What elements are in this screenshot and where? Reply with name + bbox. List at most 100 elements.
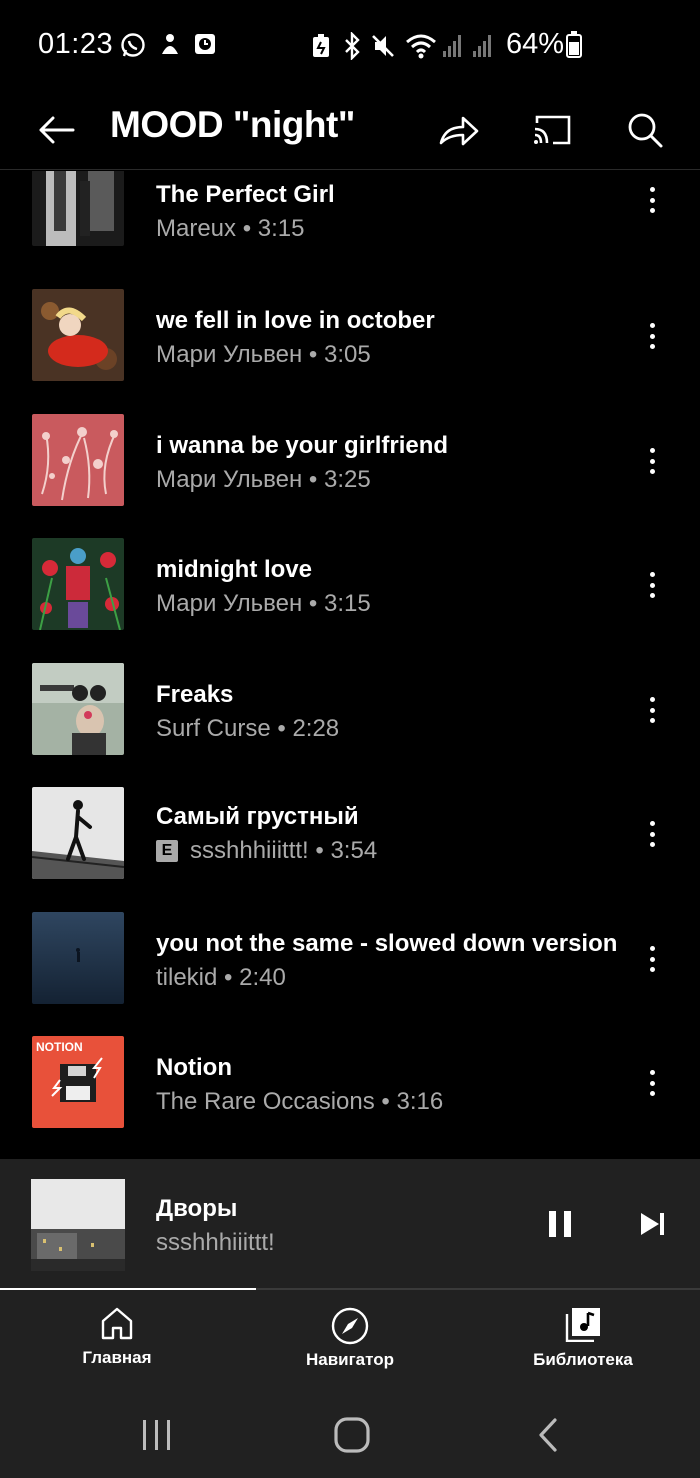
track-title: Freaks: [156, 681, 234, 708]
battery-fill: [569, 42, 579, 55]
cast-button[interactable]: [524, 102, 580, 158]
home-button[interactable]: [322, 1410, 382, 1460]
cast-icon: [534, 115, 571, 145]
album-art: [32, 171, 124, 246]
notification-icon: [162, 34, 178, 54]
mini-player[interactable]: Дворы ssshhhiiittt!: [0, 1159, 700, 1289]
track-subtitle-row: E ssshhhiiittt! • 3:54: [156, 837, 377, 865]
home-circle-icon: [334, 1417, 370, 1453]
track-subtitle: tilekid • 2:40: [156, 964, 286, 991]
track-subtitle: Surf Curse • 2:28: [156, 715, 340, 742]
recents-button[interactable]: [127, 1410, 187, 1460]
album-art: [32, 289, 124, 381]
track-row[interactable]: i wanna be your girlfriend Мари Ульвен •…: [0, 414, 700, 538]
now-playing-title: Дворы: [156, 1195, 238, 1222]
track-row[interactable]: we fell in love in october Мари Ульвен •…: [0, 289, 700, 413]
nav-label: Навигатор: [305, 1350, 395, 1369]
album-art: [32, 912, 124, 1004]
whatsapp-icon: [121, 33, 145, 57]
track-row[interactable]: Freaks Surf Curse • 2:28: [0, 663, 700, 787]
track-subtitle: ssshhhiiittt! • 3:54: [190, 837, 378, 864]
bluetooth-icon: [345, 32, 360, 60]
mute-icon: [372, 35, 394, 57]
status-bar: 01:23 64%: [0, 0, 700, 90]
more-options-button[interactable]: [632, 311, 672, 361]
album-art: [32, 414, 124, 506]
skip-next-icon: [641, 1213, 664, 1235]
track-row[interactable]: Самый грустный E ssshhhiiittt! • 3:54: [0, 787, 700, 911]
bottom-navigation: Главная Навигатор Библиотека: [0, 1290, 700, 1390]
album-art: [32, 538, 124, 630]
nav-label: Главная: [82, 1348, 152, 1367]
next-button[interactable]: [628, 1199, 678, 1249]
album-art: [32, 663, 124, 755]
back-system-button[interactable]: [518, 1410, 578, 1460]
status-time: 01:23: [38, 28, 114, 60]
track-list[interactable]: The Perfect Girl Mareux • 3:15 we fell i…: [0, 171, 700, 1159]
more-options-button[interactable]: [632, 685, 672, 735]
search-button[interactable]: [617, 102, 673, 158]
explicit-badge: E: [156, 840, 178, 862]
more-options-button[interactable]: [632, 560, 672, 610]
signal-icon: [473, 35, 491, 57]
nav-item-home[interactable]: Главная: [17, 1306, 217, 1386]
back-chevron-icon: [539, 1418, 557, 1452]
more-vert-icon: [649, 572, 655, 598]
track-subtitle: Мари Ульвен • 3:25: [156, 466, 371, 493]
more-vert-icon: [649, 323, 655, 349]
more-vert-icon: [649, 946, 655, 972]
more-vert-icon: [649, 187, 655, 213]
more-options-button[interactable]: [632, 1058, 672, 1108]
track-title: Notion: [156, 1054, 232, 1081]
track-row[interactable]: you not the same - slowed down version t…: [0, 912, 700, 1036]
battery-saver-icon: [313, 34, 329, 57]
pause-button[interactable]: [535, 1199, 585, 1249]
library-icon: [565, 1308, 600, 1342]
more-options-button[interactable]: [632, 436, 672, 486]
track-title: i wanna be your girlfriend: [156, 432, 449, 459]
compass-icon: [331, 1307, 369, 1345]
nav-item-explore[interactable]: Навигатор: [250, 1306, 450, 1386]
track-title: Самый грустный: [156, 803, 359, 830]
more-vert-icon: [649, 697, 655, 723]
album-art: NOTION: [32, 1036, 124, 1128]
album-art: [32, 787, 124, 879]
track-subtitle: The Rare Occasions • 3:16: [156, 1088, 444, 1115]
pause-icon: [549, 1211, 571, 1237]
more-vert-icon: [649, 1070, 655, 1096]
search-icon: [628, 113, 663, 148]
page-title: MOOD "night": [110, 104, 355, 145]
track-row[interactable]: midnight love Мари Ульвен • 3:15: [0, 538, 700, 662]
back-button[interactable]: [28, 102, 84, 158]
track-title: midnight love: [156, 556, 312, 583]
more-options-button[interactable]: [632, 934, 672, 984]
track-title: you not the same - slowed down version: [156, 930, 618, 957]
track-subtitle: Мари Ульвен • 3:05: [156, 341, 371, 368]
app-header: MOOD "night": [0, 90, 700, 170]
more-vert-icon: [649, 821, 655, 847]
track-row[interactable]: The Perfect Girl Mareux • 3:15: [0, 171, 700, 285]
system-navigation-bar: [0, 1390, 700, 1478]
back-arrow-icon: [39, 116, 75, 144]
battery-percentage: 64%: [506, 28, 565, 60]
now-playing-album-art: [31, 1179, 125, 1271]
share-icon: [439, 116, 479, 146]
more-options-button[interactable]: [632, 809, 672, 859]
recents-icon: [143, 1420, 170, 1450]
share-button[interactable]: [431, 102, 487, 158]
clock-icon: [195, 34, 215, 54]
track-subtitle: Мари Ульвен • 3:15: [156, 590, 371, 617]
nav-label: Библиотека: [533, 1350, 633, 1369]
more-vert-icon: [649, 448, 655, 474]
track-title: The Perfect Girl: [156, 181, 335, 208]
track-title: we fell in love in october: [156, 307, 435, 334]
more-options-button[interactable]: [632, 175, 672, 225]
track-subtitle: Mareux • 3:15: [156, 215, 305, 242]
wifi-icon: [406, 34, 436, 59]
battery-icon: [566, 31, 582, 58]
now-playing-artist: ssshhhiiittt!: [156, 1229, 275, 1256]
track-row[interactable]: NOTION Notion The Rare Occasions • 3:16: [0, 1036, 700, 1159]
home-icon: [101, 1307, 133, 1340]
nav-item-library[interactable]: Библиотека: [483, 1306, 683, 1386]
signal-icon: [443, 35, 461, 57]
